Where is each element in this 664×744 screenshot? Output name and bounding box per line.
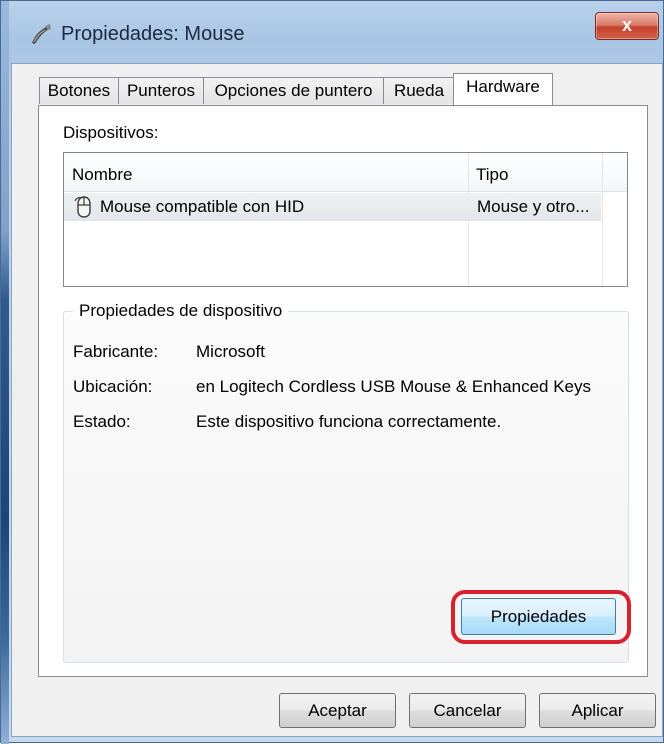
mouse-properties-window: Propiedades: Mouse x Botones Punteros Op…: [0, 0, 664, 744]
status-label: Estado:: [73, 412, 131, 431]
devices-list[interactable]: Nombre Tipo Mouse compatible con HID Mou…: [63, 152, 628, 287]
column-divider: [602, 153, 603, 286]
window-title: Propiedades: Mouse: [61, 23, 245, 45]
devices-label: Dispositivos:: [63, 123, 159, 142]
tab-label: Botones: [47, 81, 111, 100]
tab-label: Opciones de puntero: [214, 81, 373, 100]
cancel-button[interactable]: Cancelar: [409, 693, 526, 728]
device-type: Mouse y otro...: [477, 197, 590, 216]
location-value: en Logitech Cordless USB Mouse & Enhance…: [196, 377, 592, 396]
title-bar[interactable]: Propiedades: Mouse x: [1, 1, 664, 63]
status-value: Este dispositivo funciona correctamente.: [196, 412, 502, 431]
close-icon: x: [621, 15, 632, 35]
tab-hardware[interactable]: Hardware: [453, 73, 553, 105]
apply-button[interactable]: Aplicar: [539, 693, 656, 728]
mouse-icon: [74, 196, 91, 218]
tab-punteros[interactable]: Punteros: [118, 77, 204, 104]
close-button[interactable]: x: [595, 12, 659, 40]
manufacturer-value: Microsoft: [196, 342, 265, 361]
highlight-annotation: [451, 590, 631, 644]
tab-label: Rueda: [393, 81, 445, 100]
list-item[interactable]: Mouse compatible con HID Mouse y otro...: [64, 193, 601, 221]
ok-button[interactable]: Aceptar: [279, 693, 396, 728]
column-header-nombre[interactable]: Nombre: [64, 153, 468, 191]
tab-opciones-de-puntero[interactable]: Opciones de puntero: [203, 77, 384, 104]
location-label: Ubicación:: [73, 377, 153, 396]
tab-label: Hardware: [466, 77, 540, 96]
device-properties-group-title: Propiedades de dispositivo: [73, 301, 289, 321]
desktop-edge: [1, 1, 9, 744]
column-header-tipo[interactable]: Tipo: [468, 153, 602, 191]
tab-botones[interactable]: Botones: [39, 77, 119, 104]
manufacturer-label: Fabricante:: [73, 342, 159, 361]
tab-label: Punteros: [126, 81, 196, 100]
mouse-pointer-icon: [32, 24, 51, 44]
tab-rueda[interactable]: Rueda: [383, 77, 455, 104]
devices-list-header: Nombre Tipo: [64, 153, 627, 192]
device-name: Mouse compatible con HID: [100, 197, 305, 216]
